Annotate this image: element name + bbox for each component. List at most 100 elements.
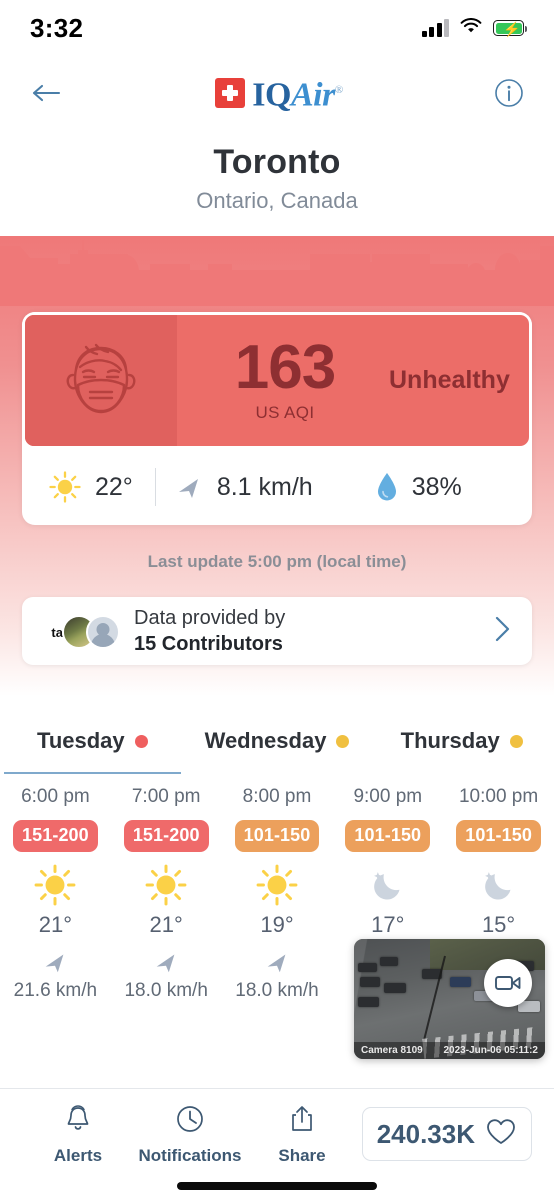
location-region: Ontario, Canada [196, 188, 358, 213]
tab-day-0[interactable]: Tuesday [0, 712, 185, 774]
like-button[interactable]: 240.33K [361, 1107, 532, 1161]
chevron-right-icon[interactable] [492, 614, 512, 649]
video-car [360, 977, 380, 987]
cellular-signal-icon [421, 18, 449, 37]
weather-divider [154, 468, 156, 506]
humidity-value: 38% [411, 472, 462, 501]
video-car [450, 977, 471, 987]
hour-wind: 21.6 km/h [13, 980, 98, 1001]
sun-icon [222, 858, 333, 912]
sun-icon [111, 858, 222, 912]
brand-registered-mark: ® [334, 84, 343, 97]
page-title: Toronto [213, 143, 341, 181]
clock-icon [174, 1103, 206, 1140]
contributor-avatars: tai [42, 611, 128, 651]
video-info-bar: Camera 8109 2023-Jun-06 05:11:2 [354, 1042, 545, 1059]
avatar [86, 615, 120, 649]
temperature-value: 22° [95, 472, 133, 501]
hour-wind: 18.0 km/h [124, 980, 208, 1001]
video-camera-icon[interactable] [484, 959, 532, 1007]
aqi-status-dot [336, 734, 350, 748]
aqi-value: 163 [234, 333, 336, 402]
air-quality-card: 163 US AQI Unhealthy 22° 8.1 km/h 38% [22, 312, 532, 525]
info-circle-icon[interactable] [492, 76, 526, 110]
video-car [358, 997, 379, 1007]
share-icon [286, 1103, 318, 1140]
wind-direction-icon [111, 944, 222, 980]
hour-wind: 18.0 km/h [235, 980, 319, 1001]
navigation-bar: IQAir® [0, 58, 554, 128]
nav-share-label: Share [278, 1146, 326, 1165]
hour-temperature: 21° [38, 912, 73, 937]
video-camera-label: Camera 8109 [361, 1045, 423, 1056]
weather-summary-row: 22° 8.1 km/h 38% [22, 449, 532, 525]
tab-day-label: Tuesday [37, 728, 125, 753]
aqi-readout: 163 US AQI Unhealthy [177, 333, 529, 423]
heart-icon[interactable] [485, 1117, 517, 1151]
face-with-mask-icon [25, 315, 177, 446]
hourly-forecast-item[interactable]: 6:00 pm 151-200 21° 21.6 km/h [0, 786, 111, 1002]
hour-aqi-badge: 101-150 [456, 820, 541, 852]
tab-day-label: Wednesday [204, 728, 327, 753]
nav-alerts-button[interactable]: Alerts [22, 1103, 134, 1166]
hour-time: 7:00 pm [131, 786, 201, 807]
battery-charging-icon: ⚡ [493, 20, 528, 37]
wind-item: 8.1 km/h [174, 472, 313, 502]
contributors-count: 15 Contributors [134, 632, 283, 655]
hour-temperature: 15° [481, 912, 516, 937]
hour-aqi-badge: 151-200 [13, 820, 98, 852]
aqi-banner: 163 US AQI Unhealthy [22, 312, 532, 449]
temperature-item: 22° [48, 470, 133, 504]
status-bar-time: 3:32 [30, 12, 84, 43]
aqi-status-dot [509, 734, 523, 748]
wifi-icon [460, 17, 482, 39]
brand-name-iq: IQ [252, 76, 291, 114]
last-update-text: Last update 5:00 pm (local time) [147, 552, 407, 571]
location-header: Toronto Ontario, Canada [0, 143, 554, 214]
wind-value: 8.1 km/h [216, 472, 313, 501]
hour-time: 8:00 pm [242, 786, 312, 807]
iqair-logo: IQAir® [215, 73, 343, 114]
hour-temperature: 19° [260, 912, 294, 937]
hourly-forecast-item[interactable]: 7:00 pm 151-200 21° 18.0 km/h [111, 786, 222, 1002]
aqi-level-label: Unhealthy [389, 366, 510, 394]
forecast-day-tabs: Tuesday Wednesday Thursday [0, 712, 554, 774]
wind-direction-icon [0, 944, 111, 980]
nav-notifications-button[interactable]: Notifications [134, 1103, 246, 1166]
status-bar: 3:32 ⚡ [0, 0, 554, 56]
hour-time: 10:00 pm [458, 786, 539, 807]
hourly-forecast-item[interactable]: 8:00 pm 101-150 19° 18.0 km/h [222, 786, 333, 1002]
nav-notifications-label: Notifications [138, 1146, 242, 1165]
water-drop-icon [377, 473, 396, 501]
aqi-status-dot [134, 734, 148, 748]
contributors-text: Data provided by 15 Contributors [134, 607, 492, 656]
nav-share-button[interactable]: Share [246, 1103, 358, 1166]
moon-icon [443, 858, 554, 912]
status-bar-icons: ⚡ [421, 17, 528, 39]
hour-time: 9:00 pm [353, 786, 423, 807]
swiss-cross-icon [215, 77, 246, 108]
sun-icon [49, 471, 81, 503]
traffic-camera-video[interactable]: Camera 8109 2023-Jun-06 05:11:2 [354, 939, 545, 1059]
hour-temperature: 21° [149, 912, 183, 937]
hour-time: 6:00 pm [21, 786, 90, 807]
bell-icon [62, 1103, 94, 1140]
tab-day-label: Thursday [400, 728, 500, 753]
humidity-item: 38% [375, 471, 462, 503]
aqi-unit-label: US AQI [255, 403, 315, 422]
tab-day-2[interactable]: Thursday [369, 712, 554, 770]
like-count: 240.33K [376, 1118, 475, 1149]
wind-direction-icon [222, 944, 333, 980]
video-car [358, 963, 377, 972]
video-timestamp: 2023-Jun-06 05:11:2 [443, 1045, 538, 1056]
nav-alerts-label: Alerts [53, 1146, 103, 1165]
brand-name-air: Air [290, 76, 335, 114]
hour-aqi-badge: 101-150 [345, 820, 431, 852]
hour-aqi-badge: 101-150 [234, 820, 320, 852]
wind-direction-icon [178, 479, 198, 498]
tab-day-1[interactable]: Wednesday [185, 712, 370, 770]
contributors-card[interactable]: tai Data provided by 15 Contributors [22, 597, 532, 665]
back-arrow-icon[interactable] [28, 74, 66, 112]
home-indicator [177, 1182, 377, 1190]
contributors-caption: Data provided by [134, 606, 286, 629]
